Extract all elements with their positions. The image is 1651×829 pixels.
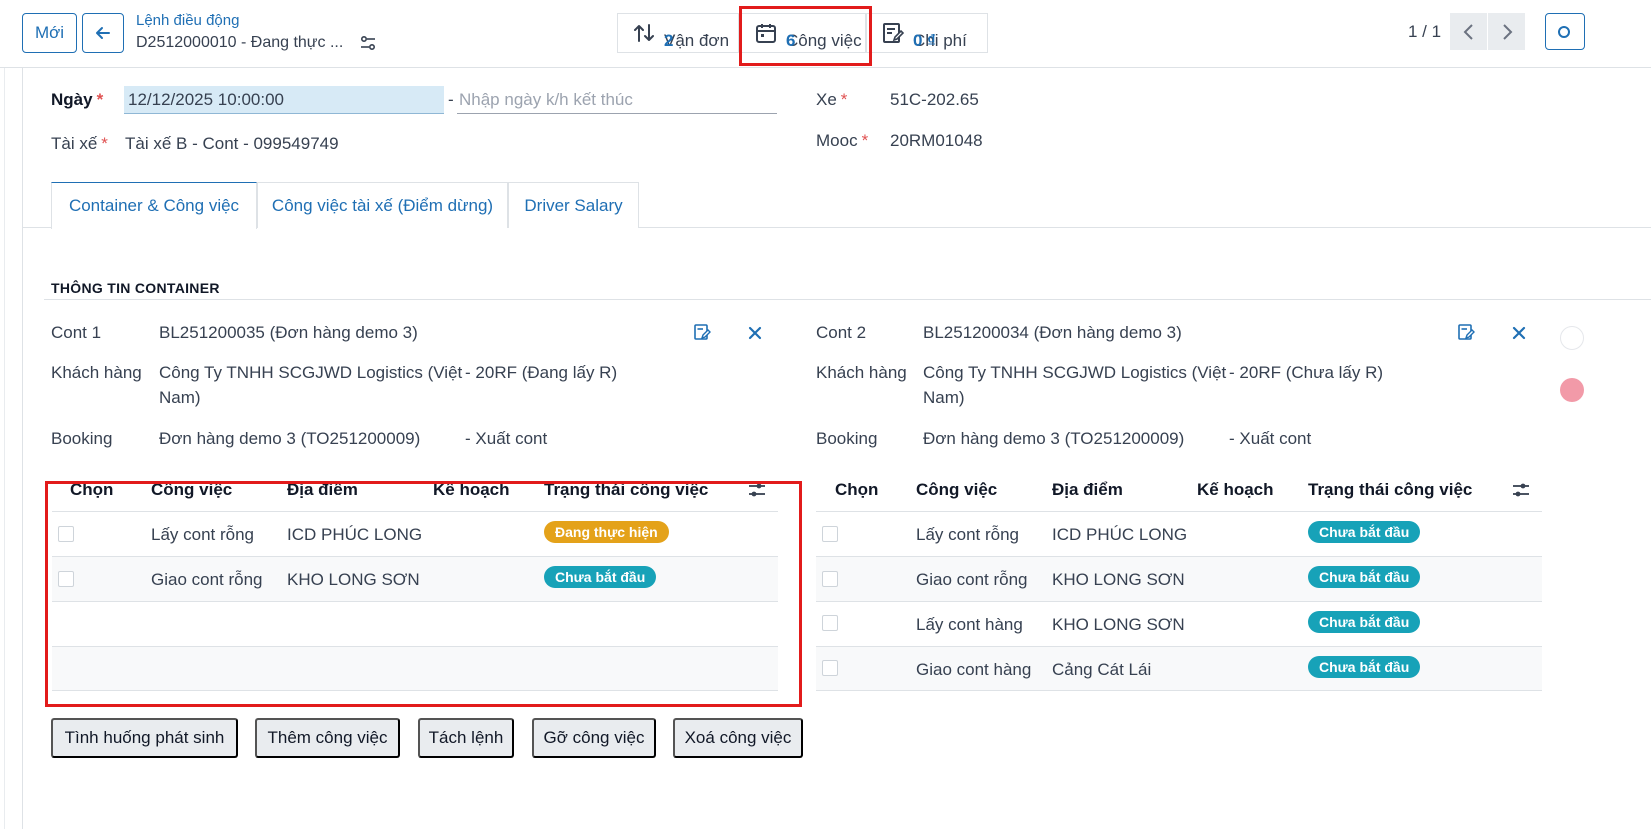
stat-value: 2 [664, 31, 674, 50]
tab-cong-viec-tai-xe[interactable]: Công việc tài xế (Điểm dừng) [257, 182, 508, 228]
highlight-box [45, 481, 802, 707]
col-header-ke-hoach[interactable]: Kế hoạch [1197, 480, 1274, 500]
field-label-tai-xe: Tài xế * [51, 134, 108, 153]
arrow-left-icon [96, 27, 110, 39]
cont2-booking-value: Đơn hàng demo 3 (TO251200009) [923, 429, 1185, 448]
cont1-type: - 20RF (Đang lấy R) [465, 363, 618, 382]
cont2-type: - 20RF (Chưa lấy R) [1229, 363, 1384, 382]
row-checkbox[interactable] [822, 615, 838, 631]
cont2-customer-line1: Công Ty TNHH SCGJWD Logistics (Việt [923, 363, 1227, 382]
place-cell: KHO LONG SƠN [1052, 570, 1185, 589]
breadcrumb-parent-link[interactable]: Lệnh điều động [136, 12, 239, 29]
add-task-button[interactable]: Thêm công việc [255, 718, 400, 758]
row-checkbox[interactable] [822, 571, 838, 587]
cont1-booking-value: Đơn hàng demo 3 (TO251200009) [159, 429, 421, 448]
gear-icon [1558, 26, 1570, 38]
date-separator: - [448, 90, 454, 109]
incident-button[interactable]: Tình huống phát sinh [51, 718, 238, 758]
remove-task-button[interactable]: Gỡ công việc [532, 718, 656, 758]
task-cell: Lấy cont rỗng [916, 525, 1020, 544]
row-divider [816, 556, 1542, 557]
start-date-input[interactable]: 12/12/2025 10:00:00 [124, 86, 444, 114]
chatter-toggle-button[interactable] [1545, 13, 1585, 50]
cont1-value: BL251200035 (Đơn hàng demo 3) [159, 323, 418, 342]
col-header-chon[interactable]: Chọn [835, 480, 878, 500]
col-header-dia-diem[interactable]: Địa điểm [1052, 480, 1123, 500]
edit-icon[interactable] [693, 323, 711, 341]
cont1-booking-label: Booking [51, 429, 113, 448]
back-button[interactable] [82, 13, 124, 53]
status-badge: Chưa bắt đầu [1308, 566, 1421, 588]
row-divider [816, 646, 1542, 647]
stat-button-chi-phi[interactable]: Chi phí 0 ₫ [866, 13, 988, 53]
cont2-customer-line2: Nam) [923, 388, 965, 407]
trailer-field[interactable]: 20RM01048 [890, 131, 983, 151]
record-actions-icon[interactable] [360, 35, 376, 51]
status-badge: Chưa bắt đầu [1308, 611, 1421, 633]
control-panel: Mới Lệnh điều động D2512000010 - Đang th… [0, 0, 1651, 68]
status-badge: Chưa bắt đầu [1308, 656, 1421, 678]
row-checkbox[interactable] [822, 660, 838, 676]
close-icon[interactable] [746, 324, 764, 342]
vehicle-field[interactable]: 51C-202.65 [890, 90, 979, 110]
cont2-label: Cont 2 [816, 323, 867, 342]
status-badge: Chưa bắt đầu [1308, 521, 1421, 543]
col-header-trang-thai[interactable]: Trạng thái công việc [1308, 480, 1472, 500]
edit-icon[interactable] [1457, 323, 1475, 341]
tab-driver-salary[interactable]: Driver Salary [508, 182, 639, 228]
place-cell: KHO LONG SƠN [1052, 615, 1185, 634]
cont1-booking-type: - Xuất cont [465, 429, 548, 448]
highlight-box [739, 6, 872, 66]
sheet-edge [4, 68, 5, 829]
floating-widget[interactable] [1560, 326, 1584, 350]
cont1-customer-line1: Công Ty TNHH SCGJWD Logistics (Việt [159, 363, 463, 382]
col-header-cong-viec[interactable]: Công việc [916, 480, 997, 500]
task-cell: Giao cont rỗng [916, 570, 1028, 589]
optional-columns-icon[interactable] [1512, 481, 1530, 499]
pager-previous-button[interactable] [1450, 13, 1487, 50]
field-label-ngay: Ngày * [51, 90, 104, 109]
field-label-xe: Xe * [816, 90, 848, 109]
row-checkbox[interactable] [822, 526, 838, 542]
row-divider [816, 511, 1542, 512]
row-divider [816, 690, 1542, 691]
driver-field[interactable]: Tài xế B - Cont - 099549749 [125, 134, 339, 154]
close-icon[interactable] [1510, 324, 1528, 342]
chevron-right-icon [1502, 23, 1512, 40]
stat-value: 0 ₫ [913, 31, 936, 50]
end-date-input[interactable]: Nhập ngày k/h kết thúc [457, 86, 777, 114]
cont2-booking-type: - Xuất cont [1229, 429, 1312, 448]
field-label-mooc: Mooc * [816, 131, 869, 150]
sheet-border [22, 68, 23, 829]
delete-task-button[interactable]: Xoá công việc [673, 718, 803, 758]
split-order-button[interactable]: Tách lệnh [418, 718, 514, 758]
pager-value[interactable]: 1 / 1 [1408, 22, 1441, 42]
section-divider [44, 299, 1651, 300]
cont2-value: BL251200034 (Đơn hàng demo 3) [923, 323, 1182, 342]
pager-next-button[interactable] [1488, 13, 1525, 50]
cont1-customer-label: Khách hàng [51, 363, 142, 382]
transfer-icon [634, 24, 654, 42]
section-title: THÔNG TIN CONTAINER [51, 280, 220, 296]
place-cell: ICD PHÚC LONG [1052, 525, 1188, 544]
chevron-left-icon [1463, 23, 1473, 40]
floating-widget[interactable] [1560, 378, 1584, 402]
cont1-label: Cont 1 [51, 323, 102, 342]
task-cell: Lấy cont hàng [916, 615, 1023, 634]
place-cell: Cảng Cát Lái [1052, 660, 1152, 679]
tab-container-cong-viec[interactable]: Container & Công việc [51, 182, 257, 229]
new-button[interactable]: Mới [22, 13, 77, 53]
cont2-customer-label: Khách hàng [816, 363, 907, 382]
breadcrumb-record-title: D2512000010 - Đang thực ... [136, 34, 344, 51]
cont2-booking-label: Booking [816, 429, 878, 448]
cont1-customer-line2: Nam) [159, 388, 201, 407]
stat-button-van-don[interactable]: Vận đơn 2 [617, 13, 739, 53]
row-divider [816, 601, 1542, 602]
task-cell: Giao cont hàng [916, 660, 1032, 679]
edit-document-icon [883, 23, 905, 43]
stat-label: Vận đơn [664, 31, 730, 50]
